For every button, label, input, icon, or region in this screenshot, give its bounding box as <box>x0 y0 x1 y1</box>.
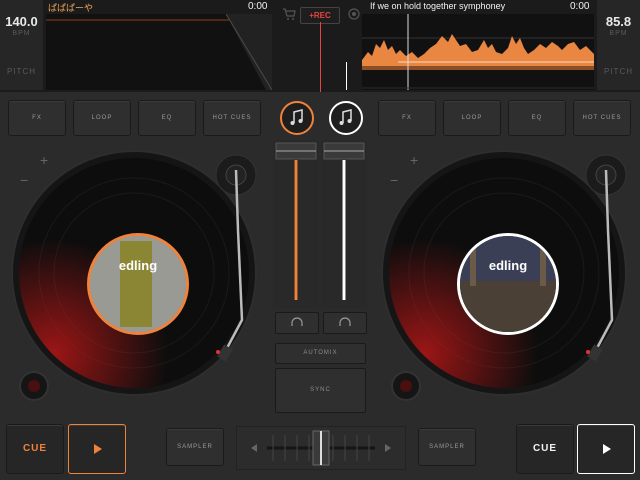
left-cue-button[interactable]: CUE <box>6 424 64 474</box>
automix-button[interactable]: AUTOMIX <box>275 343 366 364</box>
right-headphone-button[interactable] <box>323 312 367 334</box>
left-hot-cues-button[interactable]: HOT CUES <box>203 100 261 136</box>
right-waveform[interactable] <box>362 14 594 90</box>
right-play-button[interactable] <box>577 424 635 474</box>
left-track-title: ぱぱぱーや <box>48 3 94 13</box>
right-bpm-panel[interactable]: 85.8 BPM PITCH <box>597 0 640 90</box>
gear-icon-graphic <box>348 8 360 20</box>
left-volume-fader[interactable] <box>273 140 319 308</box>
crossfader[interactable] <box>236 426 406 470</box>
left-bpm-value: 140.0 <box>5 14 38 29</box>
music-note-icon <box>339 109 352 125</box>
right-eq-button[interactable]: EQ <box>508 100 566 136</box>
right-pitch-label: PITCH <box>604 67 633 76</box>
right-track-time: 0:00 <box>570 1 590 12</box>
play-icon <box>603 444 611 454</box>
left-sampler-button[interactable]: SAMPLER <box>166 428 224 466</box>
left-library-button[interactable] <box>280 101 314 135</box>
right-bpm-value: 85.8 <box>605 14 632 29</box>
left-bpm-panel[interactable]: 140.0 BPM PITCH <box>0 0 43 90</box>
left-playhead <box>320 22 321 92</box>
left-fx-button[interactable]: FX <box>8 100 66 136</box>
right-sampler-button[interactable]: SAMPLER <box>418 428 476 466</box>
crossfader-track <box>251 430 391 466</box>
left-eq-button[interactable]: EQ <box>138 100 196 136</box>
left-headphone-button[interactable] <box>275 312 319 334</box>
right-volume-fader[interactable] <box>321 140 367 308</box>
left-track-time: 0:00 <box>248 1 268 12</box>
left-volume-track <box>275 142 317 300</box>
right-volume-track <box>323 142 365 300</box>
left-album-art <box>90 236 186 332</box>
right-fx-button[interactable]: FX <box>378 100 436 136</box>
right-record-label: edling <box>457 233 559 335</box>
headphones-icon <box>291 317 303 326</box>
left-pitch-label: PITCH <box>7 67 36 76</box>
left-loop-button[interactable]: LOOP <box>73 100 131 136</box>
headphones-icon <box>339 317 351 326</box>
right-hot-cues-button[interactable]: HOT CUES <box>573 100 631 136</box>
right-album-art <box>460 236 556 332</box>
right-waveform-graphic <box>362 14 594 90</box>
right-label-logo: edling <box>488 258 528 273</box>
music-note-icon <box>290 109 303 125</box>
left-play-button[interactable] <box>68 424 126 474</box>
right-track-title: If we on hold together symphoney <box>370 1 506 11</box>
left-bpm-label: BPM <box>12 30 31 37</box>
sync-button[interactable]: SYNC <box>275 368 366 413</box>
play-icon <box>94 444 102 454</box>
right-playhead <box>346 62 347 90</box>
right-library-button[interactable] <box>329 101 363 135</box>
left-waveform-edge <box>226 14 272 90</box>
right-cue-button[interactable]: CUE <box>516 424 574 474</box>
cart-icon-graphic <box>283 8 296 20</box>
left-record-label: edling <box>87 233 189 335</box>
right-loop-button[interactable]: LOOP <box>443 100 501 136</box>
right-bpm-label: BPM <box>609 30 628 37</box>
gear-icon[interactable] <box>347 7 361 26</box>
left-label-logo: edling <box>118 258 158 273</box>
cart-icon[interactable] <box>282 7 296 26</box>
